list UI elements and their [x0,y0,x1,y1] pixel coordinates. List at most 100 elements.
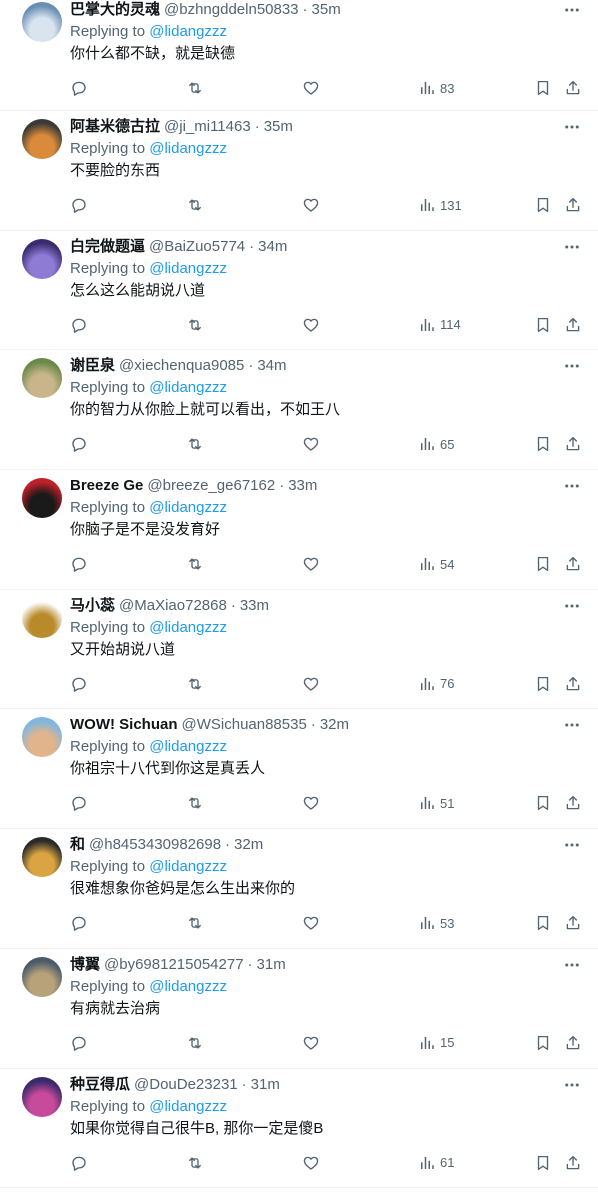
repost-button[interactable] [186,316,204,334]
share-button[interactable] [564,435,582,453]
reply-button[interactable] [70,555,88,573]
timestamp[interactable]: 33m [240,596,269,616]
share-button[interactable] [564,316,582,334]
reply-tweet[interactable]: 和 @h8453430982698 · 32m Replying to @lid… [0,829,598,949]
avatar[interactable] [22,358,62,399]
views-button[interactable]: 53 [418,914,454,932]
mention-link[interactable]: @lidangzzz [149,379,227,396]
views-button[interactable]: 83 [418,79,454,97]
views-button[interactable]: 65 [418,435,454,453]
like-button[interactable] [302,316,320,334]
like-button[interactable] [302,196,320,214]
display-name[interactable]: 白完做题逼 [70,237,145,257]
repost-button[interactable] [186,1154,204,1172]
avatar[interactable] [22,837,62,878]
more-options-icon[interactable] [562,237,582,257]
reply-tweet[interactable]: 马小蕊 @MaXiao72868 · 33m Replying to @lida… [0,590,598,710]
display-name[interactable]: 博翼 [70,955,100,975]
more-options-icon[interactable] [562,715,582,735]
display-name[interactable]: 和 [70,835,85,855]
reply-tweet[interactable]: 白完做题逼 @BaiZuo5774 · 34m Replying to @lid… [0,231,598,351]
user-handle[interactable]: @WSichuan88535 [182,715,307,735]
repost-button[interactable] [186,914,204,932]
more-options-icon[interactable] [562,0,582,20]
timestamp[interactable]: 35m [312,0,341,20]
more-options-icon[interactable] [562,955,582,975]
user-handle[interactable]: @breeze_ge67162 [147,476,275,496]
views-button[interactable]: 54 [418,555,454,573]
avatar[interactable] [22,2,62,42]
bookmark-button[interactable] [534,555,552,573]
mention-link[interactable]: @lidangzzz [149,738,227,755]
timestamp[interactable]: 34m [258,237,287,257]
display-name[interactable]: 巴掌大的灵魂 [70,0,160,20]
more-options-icon[interactable] [562,835,582,855]
bookmark-button[interactable] [534,316,552,334]
like-button[interactable] [302,79,320,97]
more-options-icon[interactable] [562,596,582,616]
like-button[interactable] [302,794,320,812]
display-name[interactable]: 马小蕊 [70,596,115,616]
avatar[interactable] [22,478,62,519]
bookmark-button[interactable] [534,196,552,214]
reply-tweet[interactable]: 博翼 @by6981215054277 · 31m Replying to @l… [0,949,598,1069]
display-name[interactable]: 阿基米德古拉 [70,117,160,137]
more-options-icon[interactable] [562,356,582,376]
like-button[interactable] [302,914,320,932]
timestamp[interactable]: 32m [320,715,349,735]
like-button[interactable] [302,435,320,453]
reply-button[interactable] [70,1154,88,1172]
reply-tweet[interactable]: 巴掌大的灵魂 @bzhngddeln50833 · 35m Replying t… [0,0,598,111]
bookmark-button[interactable] [534,79,552,97]
share-button[interactable] [564,1154,582,1172]
user-handle[interactable]: @h8453430982698 [89,835,221,855]
reply-button[interactable] [70,79,88,97]
bookmark-button[interactable] [534,914,552,932]
share-button[interactable] [564,79,582,97]
avatar[interactable] [22,119,62,159]
mention-link[interactable]: @lidangzzz [149,1098,227,1115]
repost-button[interactable] [186,1034,204,1052]
more-options-icon[interactable] [562,117,582,137]
bookmark-button[interactable] [534,1154,552,1172]
user-handle[interactable]: @ji_mi11463 [164,117,251,137]
reply-tweet[interactable]: 阿基米德古拉 @ji_mi11463 · 35m Replying to @li… [0,111,598,231]
share-button[interactable] [564,675,582,693]
repost-button[interactable] [186,79,204,97]
timestamp[interactable]: 32m [234,835,263,855]
views-button[interactable]: 51 [418,794,454,812]
user-handle[interactable]: @bzhngddeln50833 [164,0,299,20]
avatar[interactable] [22,597,62,638]
reply-button[interactable] [70,196,88,214]
reply-button[interactable] [70,794,88,812]
timestamp[interactable]: 35m [264,117,293,137]
bookmark-button[interactable] [534,675,552,693]
mention-link[interactable]: @lidangzzz [149,499,227,516]
display-name[interactable]: Breeze Ge [70,476,143,496]
bookmark-button[interactable] [534,435,552,453]
bookmark-button[interactable] [534,794,552,812]
avatar[interactable] [22,1076,62,1117]
more-options-icon[interactable] [562,476,582,496]
avatar[interactable] [22,956,62,997]
views-button[interactable]: 15 [418,1034,454,1052]
mention-link[interactable]: @lidangzzz [149,858,227,875]
display-name[interactable]: 种豆得瓜 [70,1075,130,1095]
repost-button[interactable] [186,435,204,453]
display-name[interactable]: WOW! Sichuan [70,715,178,735]
mention-link[interactable]: @lidangzzz [149,978,227,995]
timestamp[interactable]: 34m [257,356,286,376]
mention-link[interactable]: @lidangzzz [149,260,227,277]
display-name[interactable]: 谢臣泉 [70,356,115,376]
timestamp[interactable]: 31m [257,955,286,975]
like-button[interactable] [302,555,320,573]
like-button[interactable] [302,1034,320,1052]
user-handle[interactable]: @MaXiao72868 [119,596,227,616]
repost-button[interactable] [186,555,204,573]
reply-button[interactable] [70,1034,88,1052]
views-button[interactable]: 76 [418,675,454,693]
user-handle[interactable]: @xiechenqua9085 [119,356,244,376]
reply-button[interactable] [70,316,88,334]
share-button[interactable] [564,1034,582,1052]
user-handle[interactable]: @DouDe23231 [134,1075,238,1095]
